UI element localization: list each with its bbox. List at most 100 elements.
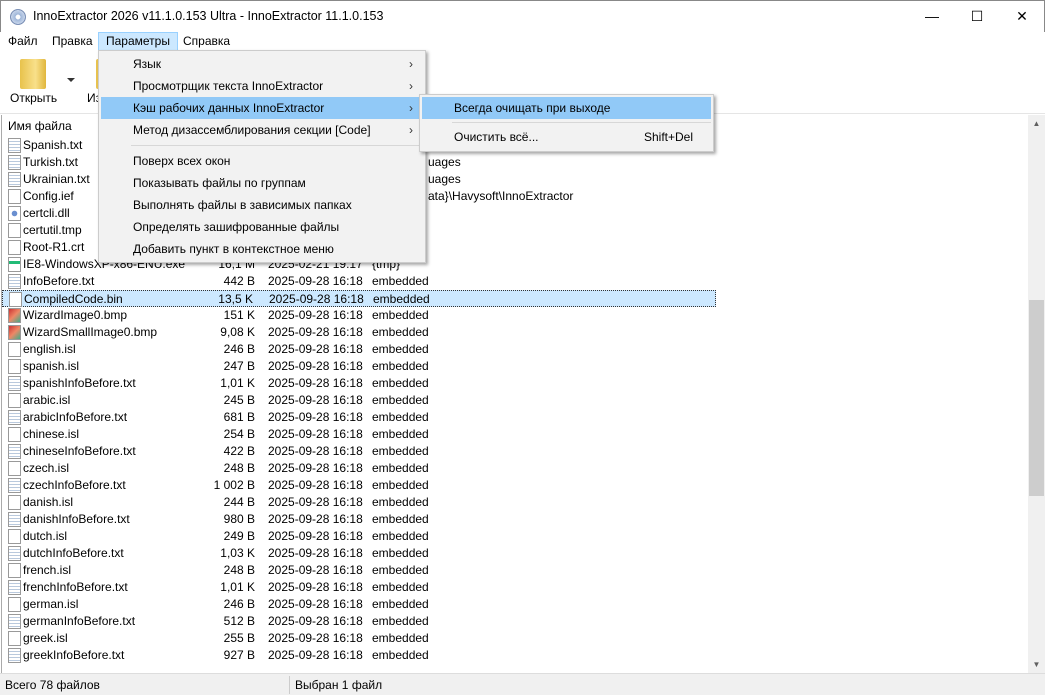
- table-row[interactable]: french.isl 248 B 2025-09-28 16:18 embedded: [2, 562, 717, 579]
- file-icon: [8, 223, 21, 238]
- menu-item[interactable]: Язык ›: [101, 53, 423, 75]
- file-name: german.isl: [23, 597, 79, 611]
- file-size: 681 B: [223, 410, 255, 424]
- table-row[interactable]: dutchInfoBefore.txt 1,03 K 2025-09-28 16:1…: [2, 545, 717, 562]
- file-size: 422 B: [223, 444, 255, 458]
- menu-edit[interactable]: Правка: [45, 32, 100, 51]
- table-row[interactable]: danishInfoBefore.txt 980 B 2025-09-28 16:1…: [2, 511, 717, 528]
- table-row[interactable]: greek.isl 255 B 2025-09-28 16:18 embedded: [2, 630, 717, 647]
- menu-bar: Файл Правка Параметры Справка: [0, 32, 1045, 51]
- file-size: 980 B: [223, 512, 255, 526]
- text-file-icon: [8, 614, 21, 629]
- scroll-down-icon[interactable]: ▼: [1028, 656, 1045, 673]
- open-dropdown-arrow-icon[interactable]: [67, 78, 75, 82]
- file-date: 2025-09-28 16:18: [269, 292, 364, 306]
- file-size: 246 B: [223, 597, 255, 611]
- file-name: danishInfoBefore.txt: [23, 512, 130, 526]
- text-file-icon: [8, 580, 21, 595]
- file-path: uages: [428, 172, 461, 186]
- file-size: 1,03 K: [220, 546, 255, 560]
- vertical-scrollbar[interactable]: ▲ ▼: [1028, 115, 1045, 673]
- table-row[interactable]: german.isl 246 B 2025-09-28 16:18 embedded: [2, 596, 717, 613]
- open-folder-icon[interactable]: [20, 59, 46, 89]
- menu-item[interactable]: Добавить пункт в контекстное меню: [101, 238, 423, 260]
- file-name: certutil.tmp: [23, 223, 82, 237]
- menu-item-label: Поверх всех окон: [133, 154, 231, 168]
- file-size: 245 B: [223, 393, 255, 407]
- file-size: 1 002 B: [213, 478, 255, 492]
- table-row[interactable]: spanish.isl 247 B 2025-09-28 16:18 embedded: [2, 358, 717, 375]
- maximize-button[interactable]: ☐: [954, 1, 1000, 32]
- menu-item[interactable]: Кэш рабочих данных InnoExtractor ›: [101, 97, 423, 119]
- file-name: greekInfoBefore.txt: [23, 648, 125, 662]
- menu-item-label: Определять зашифрованные файлы: [133, 220, 340, 234]
- table-row[interactable]: greekInfoBefore.txt 927 B 2025-09-28 16:18…: [2, 647, 717, 664]
- menu-item[interactable]: Показывать файлы по группам: [101, 172, 423, 194]
- file-name: dutch.isl: [23, 529, 68, 543]
- parameters-menu: Язык › Просмотрщик текста InnoExtractor › Кэ…: [98, 50, 426, 263]
- table-row[interactable]: dutch.isl 249 B 2025-09-28 16:18 embedded: [2, 528, 717, 545]
- table-row[interactable]: WizardImage0.bmp 151 K 2025-09-28 16:18 emb…: [2, 307, 717, 324]
- table-row[interactable]: chineseInfoBefore.txt 422 B 2025-09-28 16:…: [2, 443, 717, 460]
- file-date: 2025-09-28 16:18: [268, 274, 363, 288]
- shortcut-label: Shift+Del: [643, 130, 693, 144]
- menu-file[interactable]: Файл: [1, 32, 45, 51]
- table-row[interactable]: chinese.isl 254 B 2025-09-28 16:18 embedded: [2, 426, 717, 443]
- file-path: embedded: [372, 376, 429, 390]
- menu-parameters[interactable]: Параметры: [98, 32, 178, 51]
- file-name: Config.ief: [23, 189, 74, 203]
- table-row[interactable]: spanishInfoBefore.txt 1,01 K 2025-09-28 16…: [2, 375, 717, 392]
- status-total: Всего 78 файлов: [5, 678, 100, 692]
- table-row[interactable]: czechInfoBefore.txt 1 002 B 2025-09-28 16:…: [2, 477, 717, 494]
- scroll-thumb[interactable]: [1029, 300, 1044, 496]
- file-size: 13,5 K: [218, 292, 253, 306]
- menu-item[interactable]: Просмотрщик текста InnoExtractor ›: [101, 75, 423, 97]
- table-row[interactable]: germanInfoBefore.txt 512 B 2025-09-28 16:1…: [2, 613, 717, 630]
- menu-help[interactable]: Справка: [176, 32, 237, 51]
- file-name: Turkish.txt: [23, 155, 78, 169]
- menu-item[interactable]: Определять зашифрованные файлы: [101, 216, 423, 238]
- scroll-up-icon[interactable]: ▲: [1028, 115, 1045, 132]
- file-date: 2025-09-28 16:18: [268, 308, 363, 322]
- table-row[interactable]: czech.isl 248 B 2025-09-28 16:18 embedded: [2, 460, 717, 477]
- chevron-right-icon: ›: [409, 57, 413, 71]
- table-row[interactable]: english.isl 246 B 2025-09-28 16:18 embedded: [2, 341, 717, 358]
- file-name: english.isl: [23, 342, 76, 356]
- table-row[interactable]: arabicInfoBefore.txt 681 B 2025-09-28 16:1…: [2, 409, 717, 426]
- cache-submenu: Всегда очищать при выходе Очистить всё...…: [419, 94, 714, 152]
- file-date: 2025-09-28 16:18: [268, 393, 363, 407]
- column-header-name[interactable]: Имя файла: [8, 119, 72, 133]
- table-row[interactable]: arabic.isl 245 B 2025-09-28 16:18 embedded: [2, 392, 717, 409]
- file-name: french.isl: [23, 563, 72, 577]
- file-size: 249 B: [223, 529, 255, 543]
- file-icon: [8, 189, 21, 204]
- open-button[interactable]: Открыть: [10, 91, 57, 105]
- dll-file-icon: [8, 206, 21, 221]
- file-icon: [8, 427, 21, 442]
- minimize-button[interactable]: —: [909, 1, 955, 32]
- table-row[interactable]: frenchInfoBefore.txt 1,01 K 2025-09-28 16:…: [2, 579, 717, 596]
- menu-item[interactable]: Поверх всех окон: [101, 150, 423, 172]
- file-size: 248 B: [223, 461, 255, 475]
- file-path: embedded: [372, 325, 429, 339]
- table-row[interactable]: InfoBefore.txt 442 B 2025-09-28 16:18 embed…: [2, 273, 717, 290]
- menu-item[interactable]: Выполнять файлы в зависимых папках: [101, 194, 423, 216]
- file-name: frenchInfoBefore.txt: [23, 580, 128, 594]
- file-date: 2025-09-28 16:18: [268, 495, 363, 509]
- file-path: embedded: [372, 427, 429, 441]
- table-row[interactable]: CompiledCode.bin 13,5 K 2025-09-28 16:18 em…: [2, 290, 716, 307]
- file-date: 2025-09-28 16:18: [268, 563, 363, 577]
- submenu-item[interactable]: Очистить всё... Shift+Del: [422, 126, 711, 148]
- file-path: embedded: [372, 631, 429, 645]
- file-path: embedded: [372, 444, 429, 458]
- table-row[interactable]: danish.isl 244 B 2025-09-28 16:18 embedded: [2, 494, 717, 511]
- image-file-icon: [8, 325, 21, 340]
- file-icon: [8, 563, 21, 578]
- close-button[interactable]: ✕: [999, 1, 1045, 32]
- submenu-item[interactable]: Всегда очищать при выходе: [422, 97, 711, 119]
- table-row[interactable]: WizardSmallImage0.bmp 9,08 K 2025-09-28 16…: [2, 324, 717, 341]
- menu-item[interactable]: Метод дизассемблирования секции [Code] ›: [101, 119, 423, 141]
- file-name: chineseInfoBefore.txt: [23, 444, 136, 458]
- file-name: WizardSmallImage0.bmp: [23, 325, 158, 339]
- file-name: danish.isl: [23, 495, 74, 509]
